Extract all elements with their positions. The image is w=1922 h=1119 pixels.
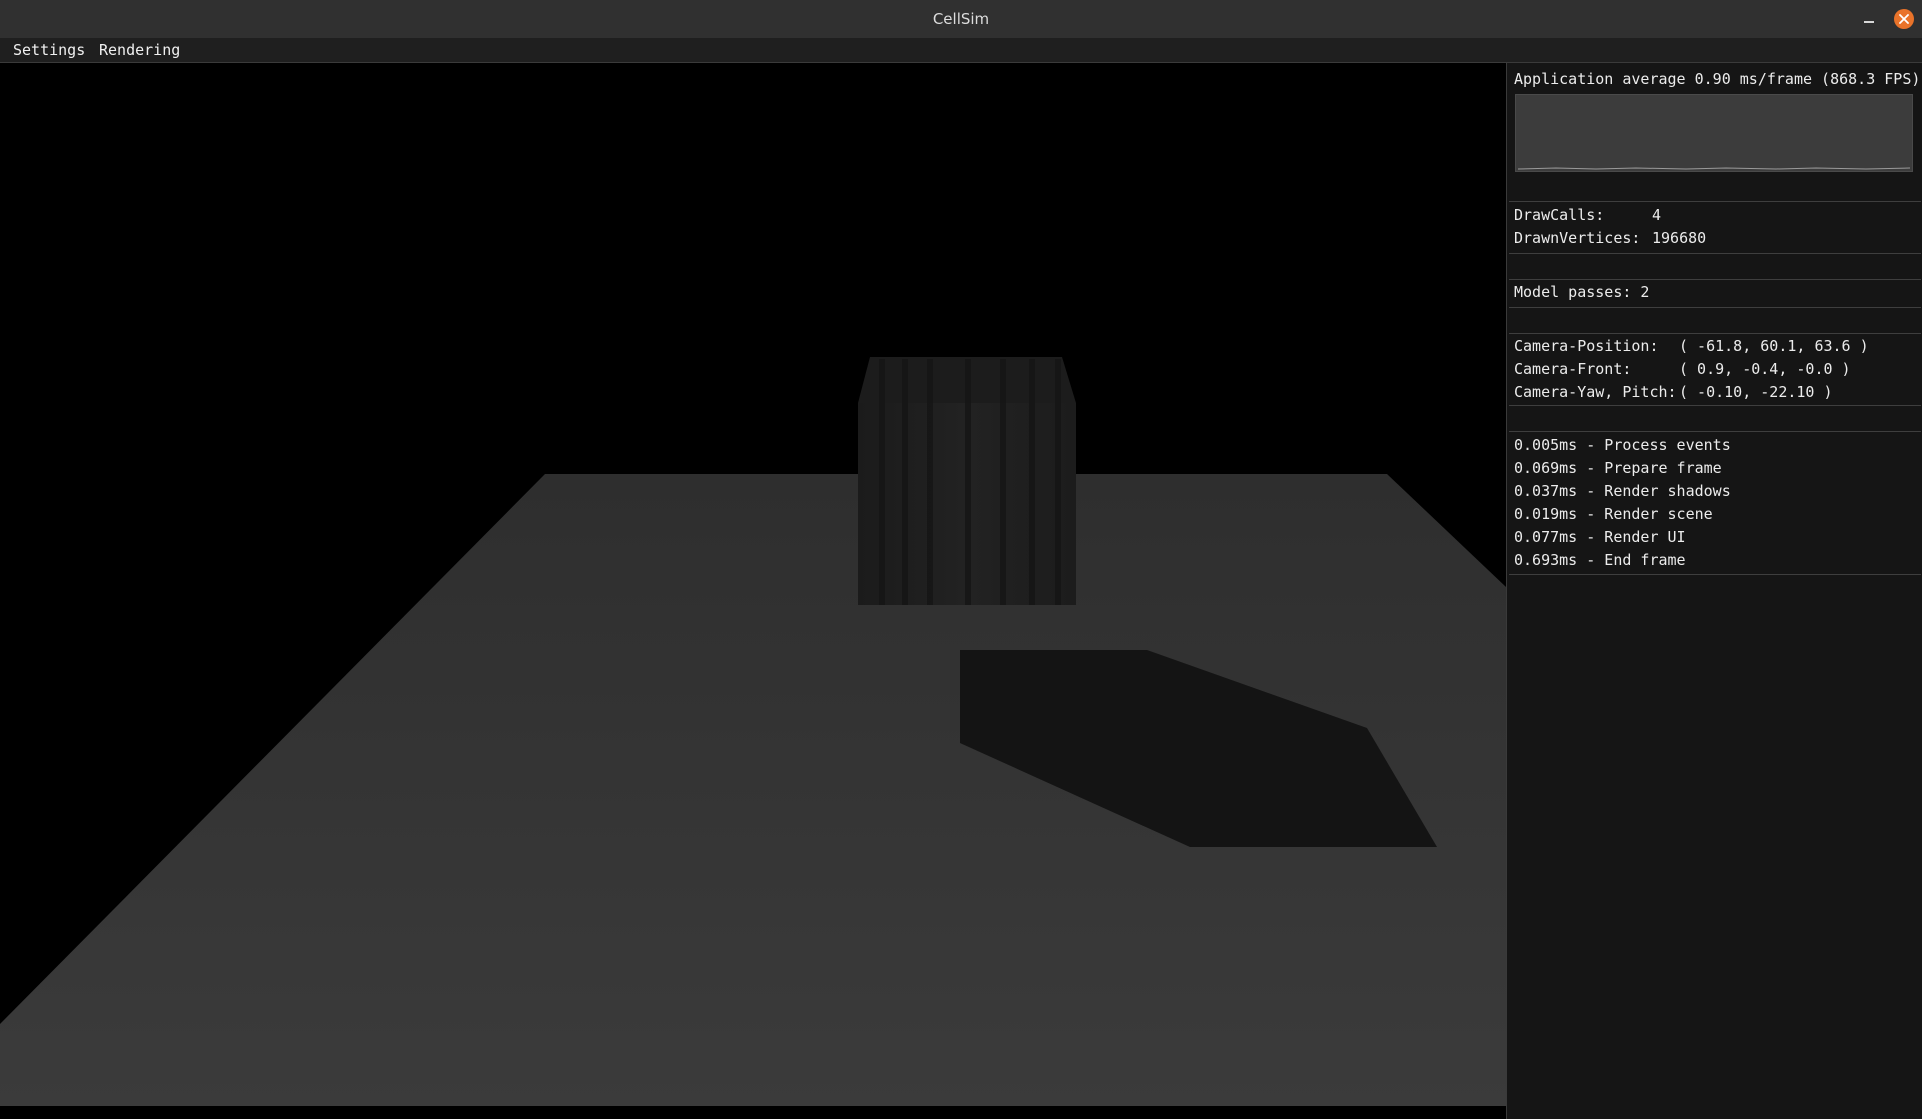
close-button[interactable] xyxy=(1894,9,1914,29)
camera-front-label: Camera-Front: xyxy=(1514,360,1632,378)
camera-front-value: ( 0.9, -0.4, -0.0 ) xyxy=(1679,360,1851,378)
stats-panel: Application average 0.90 ms/frame (868.3… xyxy=(1506,63,1922,1119)
timing-row: 0.693ms - End frame xyxy=(1514,551,1686,569)
camera-position-label: Camera-Position: xyxy=(1514,337,1659,355)
separator xyxy=(1509,405,1921,406)
camera-yaw-pitch-label: Camera-Yaw, Pitch: xyxy=(1514,383,1677,401)
scene-canvas xyxy=(0,357,1506,1106)
menu-rendering[interactable]: Rendering xyxy=(94,38,185,62)
frame-time-graph xyxy=(1515,94,1913,172)
separator xyxy=(1509,574,1921,575)
menu-bar: Settings Rendering xyxy=(0,38,1922,63)
minimize-button[interactable] xyxy=(1858,8,1880,30)
timing-row: 0.019ms - Render scene xyxy=(1514,505,1713,523)
frame-time-plot-line xyxy=(1517,167,1911,170)
drawn-vertices-value: 196680 xyxy=(1652,229,1707,247)
window-titlebar: CellSim xyxy=(0,0,1922,39)
close-icon xyxy=(1899,14,1909,24)
camera-yaw-pitch-value: ( -0.10, -22.10 ) xyxy=(1679,383,1833,401)
app-average-text: Application average 0.90 ms/frame (868.3… xyxy=(1514,70,1921,88)
menu-settings[interactable]: Settings xyxy=(8,38,90,62)
timing-row: 0.037ms - Render shadows xyxy=(1514,482,1731,500)
window-title: CellSim xyxy=(932,10,990,28)
draw-calls-value: 4 xyxy=(1652,206,1662,224)
separator xyxy=(1509,253,1921,254)
separator xyxy=(1509,307,1921,308)
draw-calls-label: DrawCalls: xyxy=(1514,206,1605,224)
separator xyxy=(1509,333,1921,334)
timing-row: 0.005ms - Process events xyxy=(1514,436,1731,454)
camera-position-value: ( -61.8, 60.1, 63.6 ) xyxy=(1679,337,1869,355)
drawn-vertices-label: DrawnVertices: xyxy=(1514,229,1641,247)
timing-row: 0.069ms - Prepare frame xyxy=(1514,459,1722,477)
render-viewport[interactable] xyxy=(0,63,1506,1119)
separator xyxy=(1509,279,1921,280)
model-passes-text: Model passes: 2 xyxy=(1514,283,1650,301)
separator xyxy=(1509,431,1921,432)
separator xyxy=(1509,201,1921,202)
timing-row: 0.077ms - Render UI xyxy=(1514,528,1686,546)
